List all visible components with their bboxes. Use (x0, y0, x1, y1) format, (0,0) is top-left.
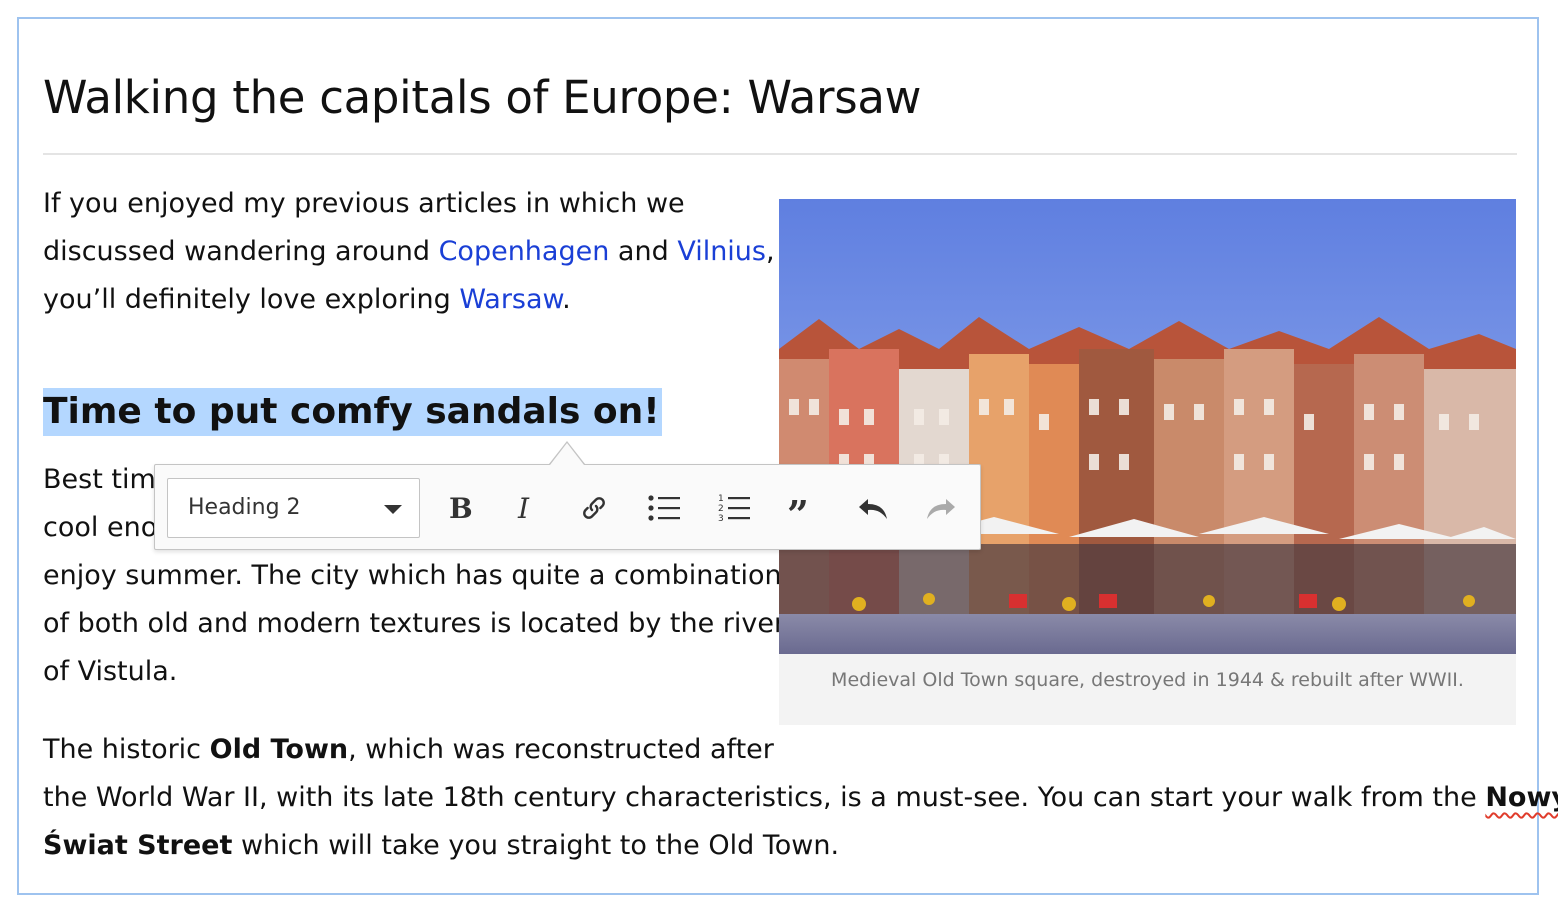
para3-text: which will take you straight to the Old … (232, 830, 840, 861)
para3-text: The historic (43, 734, 210, 765)
intro-text: and (609, 236, 678, 267)
title-divider (43, 153, 1517, 155)
rich-text-editor[interactable]: Walking the capitals of Europe: Warsaw I… (17, 17, 1558, 895)
intro-line-3[interactable]: you’ll definitely love exploring Warsaw. (43, 276, 571, 324)
old-town-image[interactable] (779, 199, 1516, 654)
intro-text: . (562, 284, 571, 315)
para3-line-2[interactable]: the World War II, with its late 18th cen… (43, 774, 1558, 822)
warsaw-link[interactable]: Warsaw (459, 284, 562, 315)
svg-text:3: 3 (718, 514, 724, 524)
chevron-down-icon (384, 505, 402, 514)
numbered-list-button[interactable]: 123 (710, 484, 758, 532)
swiat-street-bold: Świat Street (43, 830, 233, 861)
para2-line-1[interactable]: Best time (43, 456, 172, 504)
para2-line-3[interactable]: enjoy summer. The city which has quite a… (43, 552, 782, 600)
block-quote-button[interactable]: ” (778, 484, 826, 532)
para3-text: the World War II, with its late 18th cen… (43, 782, 1486, 813)
italic-button[interactable]: I (502, 484, 550, 532)
italic-icon: I (517, 494, 530, 522)
image-caption[interactable]: Medieval Old Town square, destroyed in 1… (779, 669, 1516, 691)
para3-line-3[interactable]: Świat Street which will take you straigh… (43, 822, 839, 870)
svg-text:2: 2 (718, 504, 724, 514)
editor-content[interactable]: Walking the capitals of Europe: Warsaw I… (19, 19, 1558, 893)
para3-text: , which was reconstructed after (348, 734, 774, 765)
svg-text:”: ” (787, 494, 809, 522)
intro-text: you’ll definitely love exploring (43, 284, 460, 315)
para2-line-4[interactable]: of both old and modern textures is locat… (43, 600, 785, 648)
heading-dropdown-label: Heading 2 (188, 495, 301, 520)
svg-text:1: 1 (718, 494, 724, 504)
bulleted-list-button[interactable] (640, 484, 688, 532)
link-button[interactable] (570, 484, 618, 532)
copenhagen-link[interactable]: Copenhagen (439, 236, 610, 267)
intro-line-1[interactable]: If you enjoyed my previous articles in w… (43, 180, 685, 228)
bold-button[interactable]: B (435, 484, 483, 532)
intro-text: , (766, 236, 775, 267)
svg-text:B: B (449, 494, 473, 522)
old-town-bold: Old Town (209, 734, 349, 765)
heading-dropdown[interactable]: Heading 2 (167, 478, 420, 538)
svg-text:I: I (517, 494, 530, 522)
para3-line-1[interactable]: The historic Old Town, which was reconst… (43, 726, 774, 774)
intro-text: discussed wandering around (43, 236, 439, 267)
bulleted-list-icon (648, 495, 680, 521)
link-icon (583, 497, 605, 519)
nowy-bold-misspelled: Nowy (1485, 782, 1558, 813)
vilnius-link[interactable]: Vilnius (677, 236, 766, 267)
bold-icon: B (449, 494, 473, 522)
undo-button[interactable] (849, 484, 897, 532)
selected-heading[interactable]: Time to put comfy sandals on! (43, 388, 662, 436)
article-title[interactable]: Walking the capitals of Europe: Warsaw (43, 71, 921, 124)
redo-icon (927, 499, 955, 519)
redo-button[interactable] (917, 484, 965, 532)
block-quote-icon: ” (787, 494, 809, 522)
para2-line-5[interactable]: of Vistula. (43, 648, 177, 696)
balloon-toolbar: Heading 2 B I 123 ” (154, 464, 981, 550)
intro-line-2[interactable]: discussed wandering around Copenhagen an… (43, 228, 775, 276)
numbered-list-icon: 123 (718, 494, 750, 524)
undo-icon (859, 499, 887, 519)
image-figure[interactable]: Medieval Old Town square, destroyed in 1… (779, 199, 1516, 725)
intro-text: If you enjoyed my previous articles in w… (43, 188, 685, 219)
balloon-arrow-fill (550, 443, 584, 465)
